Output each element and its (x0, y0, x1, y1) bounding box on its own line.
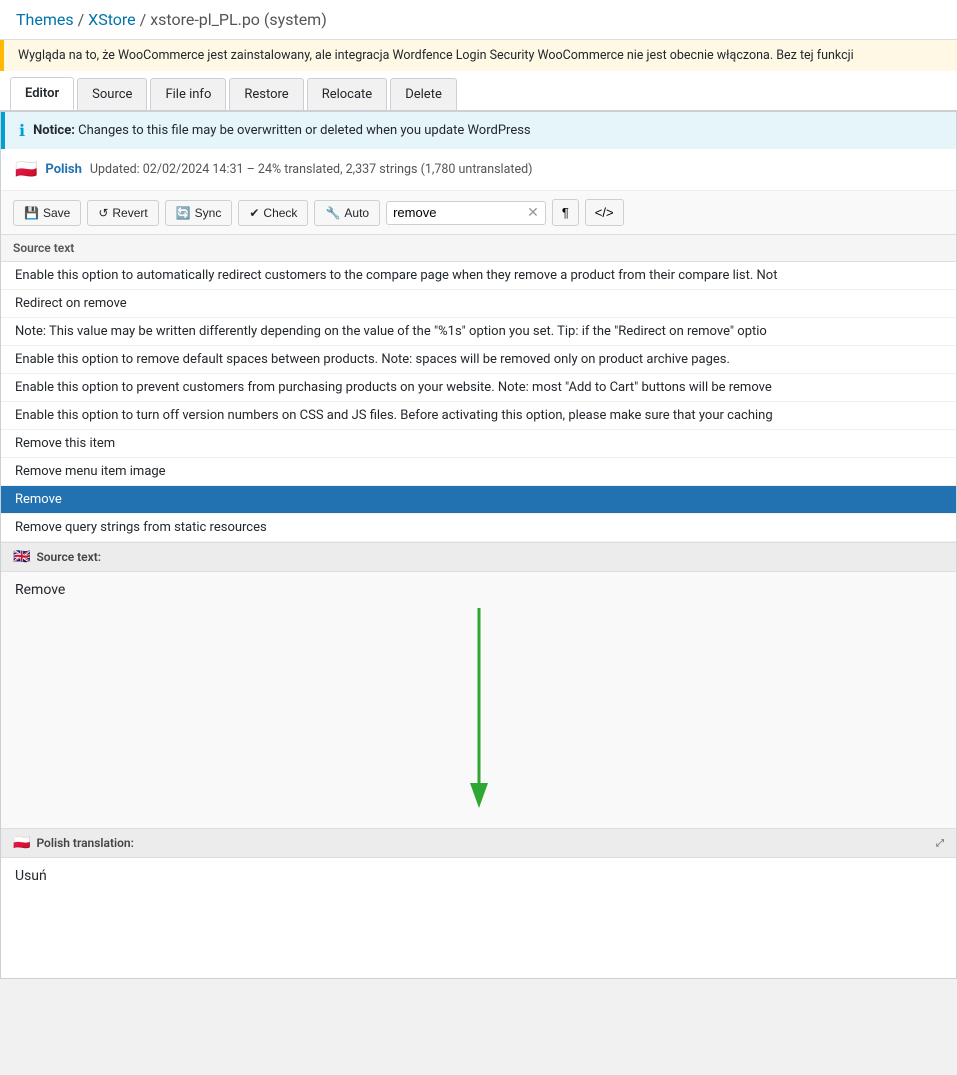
revert-icon: ↺ (98, 206, 108, 220)
search-box: ✕ (386, 201, 546, 225)
result-item[interactable]: Remove query strings from static resourc… (1, 514, 956, 542)
source-flag: 🇬🇧 (13, 549, 30, 565)
lang-flag: 🇵🇱 (15, 159, 37, 180)
breadcrumb: Themes / XStore / xstore-pl_PL.po (syste… (0, 0, 957, 40)
check-button[interactable]: ✔ Check (238, 200, 308, 226)
tab-relocate[interactable]: Relocate (307, 78, 388, 110)
translation-panel-header: 🇵🇱 Polish translation: ⤢ (1, 829, 956, 858)
translation-panel-title: Polish translation: (36, 836, 133, 850)
arrow-container (15, 598, 942, 818)
result-item[interactable]: Redirect on remove (1, 290, 956, 318)
result-item[interactable]: Enable this option to remove default spa… (1, 346, 956, 374)
tab-source[interactable]: Source (77, 78, 147, 110)
results-list: Enable this option to automatically redi… (1, 262, 956, 543)
tab-restore[interactable]: Restore (229, 78, 303, 110)
notice-text: Changes to this file may be overwritten … (75, 123, 531, 138)
info-icon: ℹ (19, 121, 25, 140)
breadcrumb-themes-link[interactable]: Themes (16, 10, 74, 29)
lang-name: Polish (45, 162, 81, 177)
tab-editor[interactable]: Editor (10, 77, 74, 110)
tab-delete[interactable]: Delete (390, 78, 457, 110)
save-icon: 💾 (24, 206, 39, 220)
paragraph-button[interactable]: ¶ (552, 199, 579, 226)
source-text-panel: 🇬🇧 Source text: Remove (1, 543, 956, 829)
translation-text: Usuń (15, 868, 942, 884)
source-panel-title: Source text: (36, 550, 101, 564)
notice-bar-text: Wygląda na to, że WooCommerce jest zains… (18, 48, 854, 63)
tabs-bar: Editor Source File info Restore Relocate… (0, 71, 957, 111)
result-item[interactable]: Remove (1, 486, 956, 514)
language-bar: 🇵🇱 Polish Updated: 02/02/2024 14:31 – 24… (1, 149, 956, 191)
source-text-content: Remove (15, 582, 942, 598)
sync-button[interactable]: 🔄 Sync (165, 200, 233, 226)
source-text-header: Source text (1, 235, 956, 262)
tab-file-info[interactable]: File info (150, 78, 226, 110)
revert-button[interactable]: ↺ Revert (87, 200, 158, 226)
breadcrumb-file: xstore-pl_PL.po (system) (150, 10, 327, 29)
code-button[interactable]: </> (585, 199, 624, 226)
notice-bold: Notice: (33, 123, 75, 138)
sync-icon: 🔄 (176, 206, 191, 220)
result-item[interactable]: Enable this option to prevent customers … (1, 374, 956, 402)
expand-icon[interactable]: ⤢ (936, 838, 944, 849)
translation-body: Usuń (1, 858, 956, 978)
toolbar: 💾 Save ↺ Revert 🔄 Sync ✔ Check 🔧 Auto ✕ … (1, 191, 956, 235)
translation-panel: 🇵🇱 Polish translation: ⤢ Usuń (1, 829, 956, 978)
result-item[interactable]: Note: This value may be written differen… (1, 318, 956, 346)
lang-meta: Updated: 02/02/2024 14:31 – 24% translat… (90, 162, 533, 177)
info-notice: ℹ Notice: Changes to this file may be ov… (1, 112, 956, 149)
main-content: ℹ Notice: Changes to this file may be ov… (0, 111, 957, 979)
auto-button[interactable]: 🔧 Auto (314, 200, 380, 226)
code-icon: </> (595, 205, 614, 220)
result-item[interactable]: Enable this option to automatically redi… (1, 262, 956, 290)
paragraph-icon: ¶ (562, 205, 569, 220)
source-panel-header: 🇬🇧 Source text: (1, 543, 956, 572)
notice-bar: Wygląda na to, że WooCommerce jest zains… (0, 40, 957, 71)
translation-flag: 🇵🇱 (13, 835, 30, 851)
result-item[interactable]: Enable this option to turn off version n… (1, 402, 956, 430)
auto-icon: 🔧 (325, 206, 340, 220)
down-arrow-icon (467, 608, 491, 808)
result-item[interactable]: Remove this item (1, 430, 956, 458)
save-button[interactable]: 💾 Save (13, 200, 81, 226)
search-input[interactable] (393, 205, 523, 220)
check-icon: ✔ (249, 206, 259, 220)
source-panel-body: Remove (1, 572, 956, 828)
search-clear-icon[interactable]: ✕ (527, 205, 539, 221)
result-item[interactable]: Remove menu item image (1, 458, 956, 486)
breadcrumb-xstore-link[interactable]: XStore (88, 10, 136, 29)
